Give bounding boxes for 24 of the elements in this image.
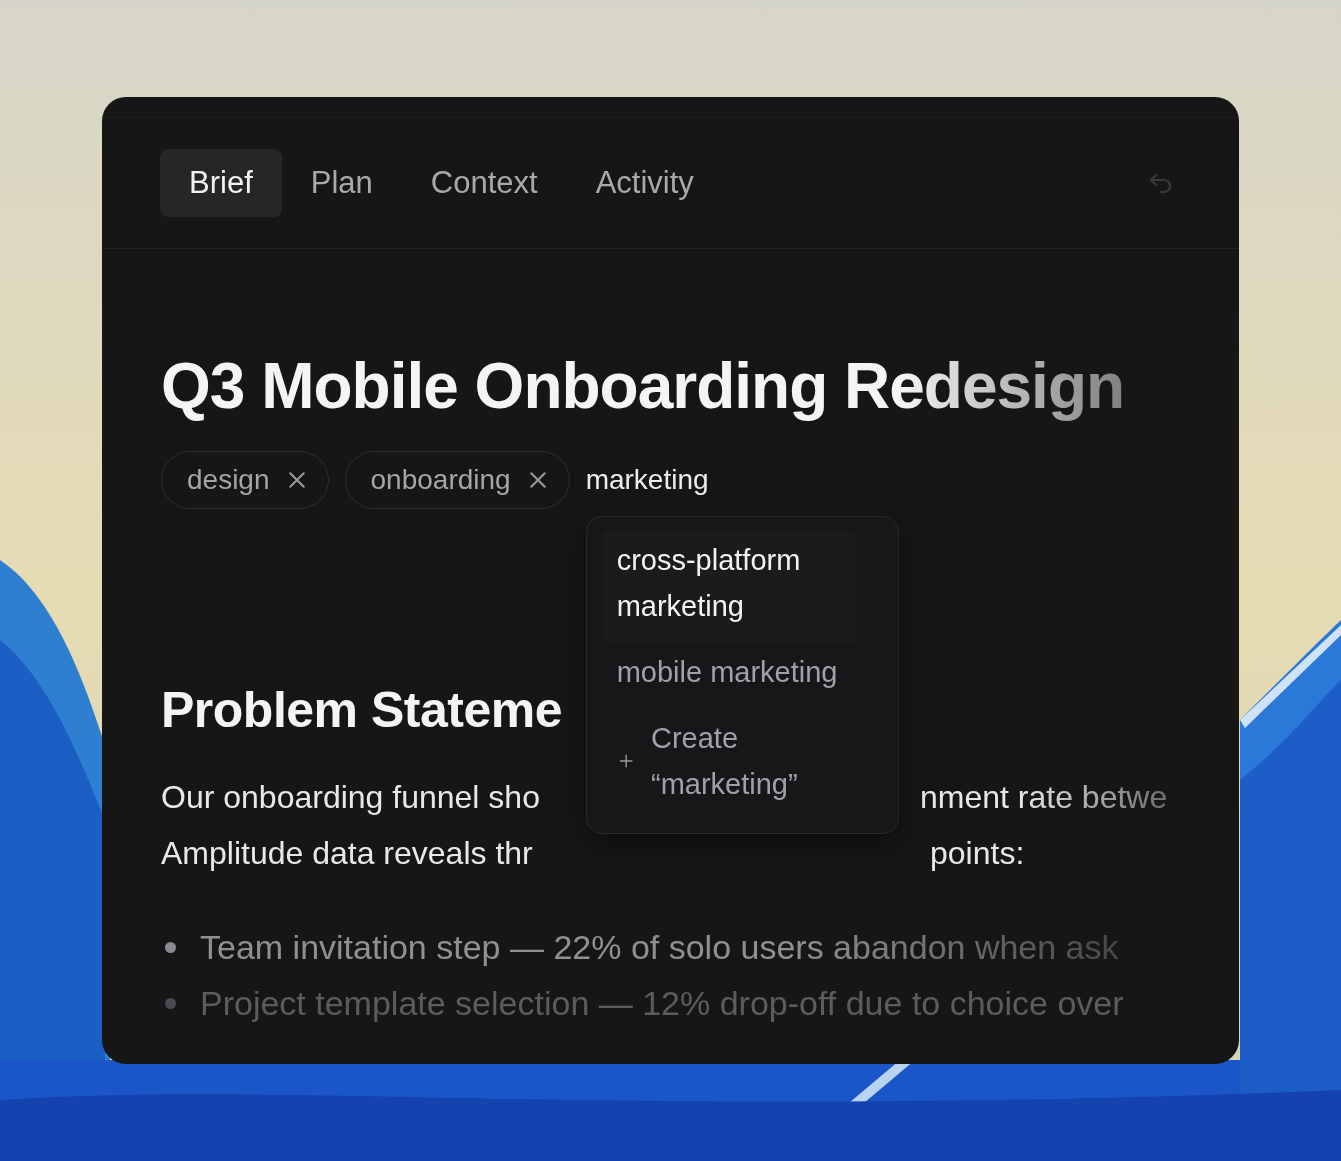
section-heading: Problem Stateme (161, 681, 562, 739)
paragraph-text: Amplitude data reveals thr (161, 835, 533, 871)
tab[interactable]: Activity (566, 149, 723, 217)
paragraph-text: points: (930, 834, 1025, 873)
page-title: Q3 Mobile Onboarding Redesign (161, 349, 1126, 423)
tag-label: onboarding (370, 464, 511, 496)
bullet-icon (165, 997, 176, 1009)
plus-icon (618, 752, 633, 770)
bullet-text: Project template selection — 12% drop-off due to choice over (200, 983, 1124, 1023)
tab[interactable]: Brief (160, 149, 282, 217)
tag-input-field[interactable]: marketing (585, 464, 786, 496)
bullet-text: Team invitation step — 22% of solo users abandon when ask (200, 927, 1119, 967)
create-label: Create “marketing” (651, 721, 799, 802)
create-tag-option[interactable]: Create “marketing” (602, 709, 858, 821)
suggestion-option[interactable]: mobile marketing (602, 643, 856, 709)
tab[interactable]: Plan (281, 149, 402, 217)
paragraph-text: Our onboarding funnel sho (161, 779, 540, 815)
tab[interactable]: Context (401, 149, 567, 217)
close-icon[interactable] (528, 471, 547, 489)
close-icon[interactable] (287, 471, 306, 489)
tag-label: design (187, 464, 270, 496)
bullet-icon (165, 941, 176, 953)
suggestion-option[interactable]: cross-platform marketing (602, 531, 856, 643)
paragraph-text: nment rate betwe (920, 778, 1168, 817)
